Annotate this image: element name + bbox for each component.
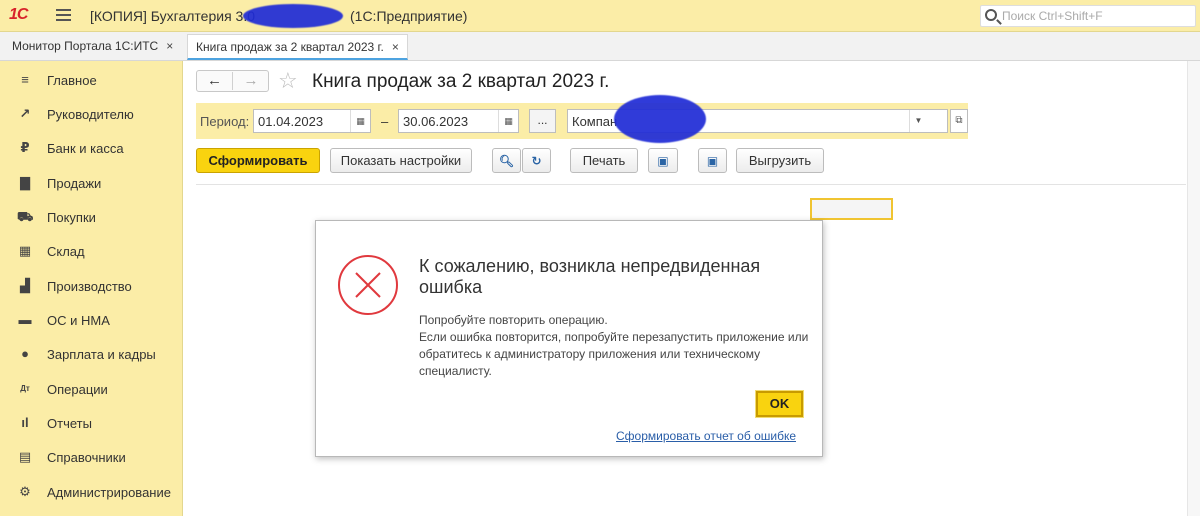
ruble-coin-icon: ₽: [20, 140, 30, 155]
app-subtitle: (1С:Предприятие): [350, 8, 468, 24]
sidebar-item-administration[interactable]: ⚙ Администрирование: [0, 475, 183, 509]
print-button[interactable]: Печать: [570, 148, 638, 173]
sidebar-item-label: Производство: [47, 279, 132, 294]
redaction-scribble: [243, 4, 343, 28]
sidebar-item-label: Отчеты: [47, 416, 92, 431]
sidebar-item-label: Руководителю: [47, 107, 134, 122]
tab-bar: Монитор Портала 1С:ИТС × Книга продаж за …: [0, 32, 1200, 61]
print-preview-icon: ▣: [657, 154, 669, 168]
close-icon[interactable]: ×: [166, 39, 173, 53]
error-report-link[interactable]: Сформировать отчет об ошибке: [616, 429, 796, 443]
sidebar-item-label: Банк и касса: [47, 141, 124, 156]
shopping-bag-icon: ▇: [20, 175, 30, 190]
company-value: Компан: [572, 114, 618, 129]
search-icon: 🔍︎: [498, 154, 515, 168]
global-search[interactable]: [980, 5, 1196, 27]
calendar-icon[interactable]: ▦: [498, 110, 518, 132]
books-icon: ▤: [18, 449, 32, 464]
sidebar-item-payroll[interactable]: ● Зарплата и кадры: [0, 337, 183, 371]
preview-button[interactable]: ▣: [648, 148, 678, 173]
gear-icon: ⚙: [19, 484, 31, 499]
period-dash: –: [381, 114, 389, 129]
sidebar-item-label: Зарплата и кадры: [47, 347, 156, 362]
sidebar-item-warehouse[interactable]: ▦ Склад: [0, 234, 183, 268]
factory-icon: ▟: [20, 278, 30, 293]
cart-icon: ⛟: [17, 209, 34, 224]
search-icon: [985, 9, 997, 21]
open-company-icon[interactable]: ⧉: [950, 109, 968, 133]
sidebar-item-manager[interactable]: ↗ Руководителю: [0, 97, 183, 131]
forward-arrow-icon[interactable]: →: [233, 72, 269, 90]
sidebar-item-label: Главное: [47, 73, 97, 88]
period-select-button[interactable]: ...: [529, 109, 556, 133]
sidebar-item-sales[interactable]: ▇ Продажи: [0, 166, 183, 200]
trend-icon: ↗: [19, 106, 31, 121]
sidebar-item-label: Справочники: [47, 450, 126, 465]
person-icon: ●: [21, 346, 29, 361]
generate-button[interactable]: Сформировать: [196, 148, 320, 173]
debit-credit-icon: Дт: [20, 384, 30, 393]
bar-chart-icon: ıl: [21, 415, 29, 430]
period-to-value: 30.06.2023: [403, 114, 469, 129]
error-line-1: Попробуйте повторить операцию.: [419, 313, 608, 327]
tab-portal-monitor[interactable]: Монитор Портала 1С:ИТС ×: [4, 34, 181, 60]
redaction-scribble: [614, 95, 706, 143]
history-nav: ← →: [196, 70, 269, 92]
main-menu-icon[interactable]: [56, 9, 71, 21]
selected-cell[interactable]: [810, 198, 893, 220]
sidebar-item-label: Операции: [47, 382, 108, 397]
find-next-button[interactable]: ↻: [522, 148, 551, 173]
period-label: Период:: [200, 114, 250, 129]
sidebar-item-fixed-assets[interactable]: ▬ ОС и НМА: [0, 303, 183, 337]
error-x-icon: [338, 255, 398, 315]
period-from-value: 01.04.2023: [258, 114, 324, 129]
sidebar-item-label: ОС и НМА: [47, 313, 110, 328]
search-input[interactable]: [1002, 8, 1192, 24]
sidebar-item-label: Продажи: [47, 176, 102, 191]
sidebar-item-production[interactable]: ▟ Производство: [0, 269, 183, 303]
vertical-scrollbar[interactable]: [1187, 61, 1200, 516]
sidebar-item-bank[interactable]: ₽ Банк и касса: [0, 131, 183, 165]
ok-button[interactable]: OK: [755, 390, 804, 418]
menu-lines-icon: ≡: [21, 72, 29, 87]
back-arrow-icon[interactable]: ←: [197, 72, 233, 90]
sidebar-item-catalogs[interactable]: ▤ Справочники: [0, 440, 183, 474]
error-message: Попробуйте повторить операцию. Если ошиб…: [419, 312, 809, 380]
sidebar-item-operations[interactable]: Дт Операции: [0, 372, 183, 406]
sidebar-item-reports[interactable]: ıl Отчеты: [0, 406, 183, 440]
truck-icon: ▬: [18, 312, 32, 327]
find-button[interactable]: 🔍︎: [492, 148, 521, 173]
close-icon[interactable]: ×: [392, 40, 399, 54]
period-from-field[interactable]: 01.04.2023 ▦: [253, 109, 371, 133]
error-title: К сожалению, возникла непредвиденная оши…: [419, 256, 761, 297]
sidebar-item-label: Склад: [47, 244, 85, 259]
chevron-down-icon[interactable]: ▼: [909, 110, 927, 132]
show-settings-button[interactable]: Показать настройки: [330, 148, 472, 173]
title-bar: 1С [КОПИЯ] Бухгалтерия 3.0 (1С:Предприят…: [0, 0, 1200, 32]
floppy-disk-icon: ▣: [706, 154, 719, 168]
tab-label: Монитор Портала 1С:ИТС: [12, 39, 159, 53]
app-title: [КОПИЯ] Бухгалтерия 3.0: [90, 8, 256, 24]
error-line-2: Если ошибка повторится, попробуйте перез…: [419, 330, 809, 378]
tab-label: Книга продаж за 2 квартал 2023 г.: [196, 40, 384, 54]
export-button[interactable]: Выгрузить: [736, 148, 824, 173]
sidebar-item-main[interactable]: ≡ Главное: [0, 63, 183, 97]
favorite-star-icon[interactable]: ☆: [278, 68, 298, 94]
period-to-field[interactable]: 30.06.2023 ▦: [398, 109, 519, 133]
calendar-icon[interactable]: ▦: [350, 110, 370, 132]
app-logo[interactable]: 1С: [9, 6, 28, 24]
tab-sales-book[interactable]: Книга продаж за 2 квартал 2023 г. ×: [187, 34, 408, 60]
sidebar-item-purchases[interactable]: ⛟ Покупки: [0, 200, 183, 234]
sidebar-item-label: Покупки: [47, 210, 96, 225]
sections-sidebar: ≡ Главное ↗ Руководителю ₽ Банк и касса ▇ Пр…: [0, 61, 183, 516]
search-next-icon: ↻: [531, 154, 542, 168]
warehouse-icon: ▦: [18, 243, 32, 258]
page-title: Книга продаж за 2 квартал 2023 г.: [312, 71, 610, 92]
sidebar-item-label: Администрирование: [47, 485, 171, 500]
save-button[interactable]: ▣: [698, 148, 727, 173]
